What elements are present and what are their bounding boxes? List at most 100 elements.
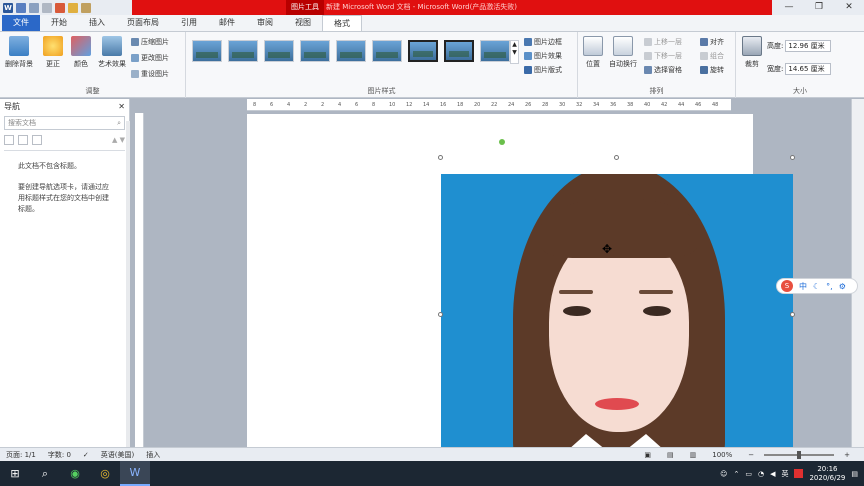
send-backward-button[interactable]: 下移一层 <box>644 51 682 61</box>
punctuation-icon[interactable]: °, <box>826 282 833 291</box>
tab-format[interactable]: 格式 <box>322 15 362 31</box>
pages-view-icon[interactable] <box>18 135 28 145</box>
zoom-slider[interactable] <box>764 451 835 459</box>
word-taskbar-icon[interactable]: W <box>120 461 150 486</box>
tab-view[interactable]: 视图 <box>284 15 322 31</box>
windows-start-icon[interactable]: ⊞ <box>0 461 30 486</box>
wechat-icon[interactable]: ◉ <box>60 461 90 486</box>
restore-button[interactable]: ❐ <box>804 0 834 15</box>
nav-scrollbar[interactable] <box>126 121 130 447</box>
tab-home[interactable]: 开始 <box>40 15 78 31</box>
insert-mode[interactable]: 插入 <box>140 450 166 460</box>
style-thumb[interactable] <box>264 40 294 62</box>
resize-handle-tl[interactable] <box>438 155 443 160</box>
input-language-indicator[interactable]: 英 <box>781 469 788 479</box>
style-thumb[interactable] <box>444 40 474 62</box>
color-button[interactable]: 颜色 <box>68 36 94 69</box>
close-button[interactable]: ✕ <box>834 0 864 15</box>
moon-icon[interactable]: ☾ <box>813 282 820 291</box>
zoom-slider-thumb[interactable] <box>797 451 802 459</box>
rotate-button[interactable]: 旋转 <box>700 65 724 75</box>
folder-icon[interactable] <box>81 2 91 13</box>
change-picture-button[interactable]: 更改图片 <box>131 53 169 63</box>
style-thumb[interactable] <box>336 40 366 62</box>
ime-mode-chinese[interactable]: 中 <box>799 281 807 292</box>
reading-layout-icon[interactable]: ▤ <box>661 451 680 459</box>
tab-file[interactable]: 文件 <box>2 15 40 31</box>
minimize-button[interactable]: — <box>774 0 804 15</box>
zoom-in-icon[interactable]: + <box>838 451 856 459</box>
network-icon[interactable]: ◔ <box>758 470 764 478</box>
undo-icon[interactable] <box>29 2 39 13</box>
web-layout-icon[interactable]: ▥ <box>684 451 703 459</box>
notification-icon[interactable]: ▤ <box>851 470 858 478</box>
picture-layout-button[interactable]: 图片版式 <box>524 65 562 75</box>
align-button[interactable]: 对齐 <box>700 37 724 47</box>
document-page[interactable]: ✥ <box>247 114 795 462</box>
resize-handle-t[interactable] <box>614 155 619 160</box>
resize-handle-tr[interactable] <box>790 155 795 160</box>
wrap-text-button[interactable]: 自动换行 <box>606 36 640 69</box>
word-count[interactable]: 字数: 0 <box>42 450 77 460</box>
remove-background-button[interactable]: 删除背景 <box>2 36 36 69</box>
language-indicator[interactable]: 英语(美国) <box>95 450 140 460</box>
search-icon[interactable]: ⌕ <box>30 461 60 486</box>
chrome-icon[interactable]: ◎ <box>90 461 120 486</box>
group-button[interactable]: 组合 <box>700 51 724 61</box>
reset-picture-button[interactable]: 重设图片 <box>131 69 169 79</box>
tab-mailings[interactable]: 邮件 <box>208 15 246 31</box>
sogou-tray-icon[interactable] <box>794 469 804 478</box>
search-icon[interactable]: ⌕ <box>117 119 121 128</box>
zoom-level[interactable]: 100% <box>706 451 738 459</box>
style-thumb[interactable] <box>228 40 258 62</box>
headings-view-icon[interactable] <box>4 135 14 145</box>
tab-page-layout[interactable]: 页面布局 <box>116 15 170 31</box>
gallery-more-button[interactable]: ▲ ▼ <box>510 40 519 64</box>
print-layout-icon[interactable]: ▣ <box>638 451 657 459</box>
clock[interactable]: 20:16 2020/6/29 <box>809 465 845 483</box>
ime-toolbar[interactable]: S 中 ☾ °, ⚙ <box>776 278 858 294</box>
height-input[interactable]: 12.96 厘米 <box>785 40 832 52</box>
rotate-handle[interactable] <box>499 139 505 145</box>
open-folder-icon[interactable] <box>68 2 78 13</box>
tab-insert[interactable]: 插入 <box>78 15 116 31</box>
tray-arrow-icon[interactable]: ⌃ <box>733 470 739 478</box>
search-document-input[interactable]: 搜索文档 ⌕ <box>4 116 125 130</box>
bring-forward-button[interactable]: 上移一层 <box>644 37 682 47</box>
save-icon[interactable] <box>16 2 26 13</box>
tab-review[interactable]: 审阅 <box>246 15 284 31</box>
compress-pictures-button[interactable]: 压缩图片 <box>131 37 169 47</box>
close-icon[interactable]: ✕ <box>118 102 125 111</box>
resize-handle-r[interactable] <box>790 312 795 317</box>
picture-effects-button[interactable]: 图片效果 <box>524 51 562 61</box>
width-input[interactable]: 14.65 厘米 <box>785 63 832 75</box>
redo-icon[interactable] <box>42 2 52 13</box>
style-thumb[interactable] <box>480 40 510 62</box>
prev-next-arrows-icon[interactable]: ▲ ▼ <box>112 136 125 144</box>
proofing-icon[interactable]: ✓ <box>77 451 95 459</box>
position-button[interactable]: 位置 <box>582 36 604 69</box>
horizontal-ruler[interactable]: 8 6 4 2 2 4 6 8 10 12 14 16 18 20 22 24 26 28 30 32 34 36 38 40… <box>247 99 731 111</box>
resize-handle-l[interactable] <box>438 312 443 317</box>
style-thumb[interactable] <box>300 40 330 62</box>
zoom-out-icon[interactable]: − <box>742 451 760 459</box>
artistic-effects-button[interactable]: 艺术效果 <box>96 36 128 69</box>
battery-icon[interactable]: ▭ <box>745 470 752 478</box>
picture-border-button[interactable]: 图片边框 <box>524 37 562 47</box>
page-count[interactable]: 页面: 1/1 <box>0 450 42 460</box>
tab-references[interactable]: 引用 <box>170 15 208 31</box>
vertical-scrollbar[interactable] <box>851 99 864 447</box>
style-thumb[interactable] <box>192 40 222 62</box>
corrections-button[interactable]: 更正 <box>40 36 66 69</box>
gear-icon[interactable]: ⚙ <box>839 282 846 291</box>
style-thumb-selected[interactable] <box>408 40 438 62</box>
volume-icon[interactable]: ◀ <box>770 470 775 478</box>
style-thumb[interactable] <box>372 40 402 62</box>
selection-pane-button[interactable]: 选择窗格 <box>644 65 682 75</box>
portrait-photo[interactable] <box>441 174 793 462</box>
vertical-ruler[interactable] <box>135 113 144 447</box>
crop-button[interactable]: 裁剪 <box>740 36 764 69</box>
results-view-icon[interactable] <box>32 135 42 145</box>
people-icon[interactable]: ☺ <box>720 470 727 478</box>
pdf-icon[interactable] <box>55 2 65 13</box>
